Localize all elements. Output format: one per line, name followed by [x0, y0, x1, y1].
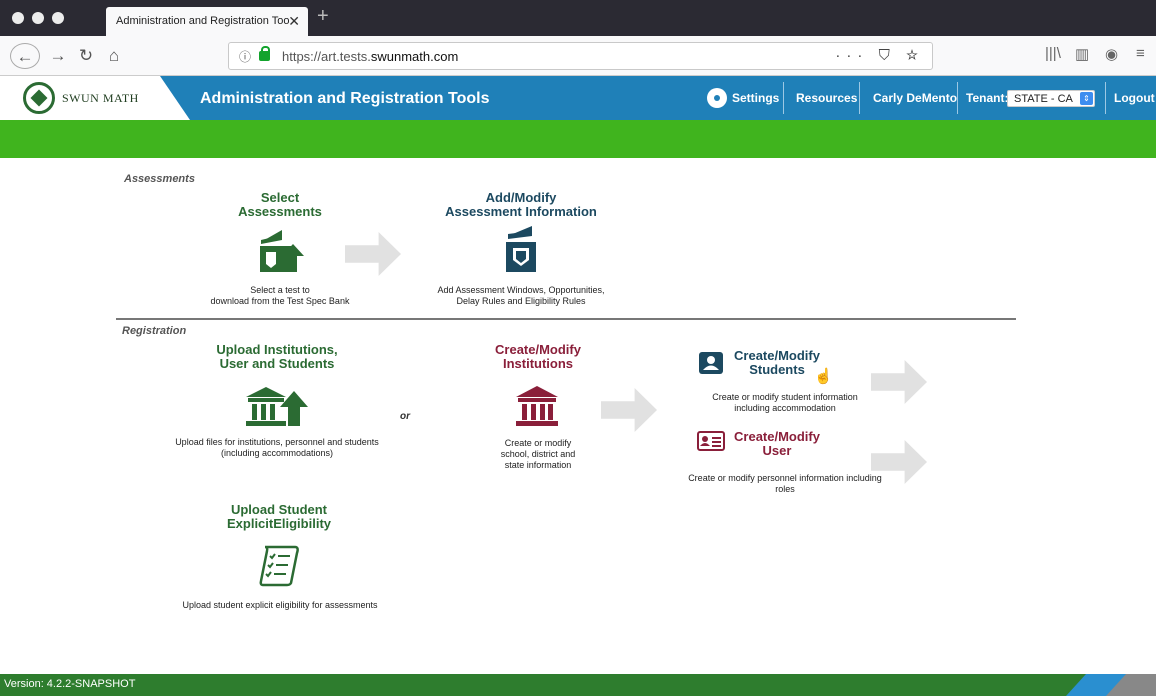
header-divider	[957, 82, 958, 114]
modify-assessment-desc: Add Assessment Windows, Opportunities, De…	[437, 285, 605, 306]
create-institutions-desc: Create or modify school, district and stat…	[500, 438, 576, 470]
window-close-dot[interactable]	[12, 12, 24, 24]
tab-close-icon[interactable]: ✕	[288, 13, 300, 30]
checklist-scroll-icon[interactable]	[259, 545, 303, 587]
select-assessments-icon[interactable]	[252, 228, 308, 274]
forward-button[interactable]: →	[48, 43, 68, 69]
student-id-icon[interactable]	[699, 352, 723, 374]
upload-eligibility-title[interactable]: Upload Student ExplicitEligibility	[199, 503, 359, 531]
resources-link[interactable]: Resources	[796, 76, 857, 120]
version-text: Version: 4.2.2-SNAPSHOT	[4, 678, 136, 690]
or-label: or	[400, 411, 410, 422]
header-divider	[859, 82, 860, 114]
home-button[interactable]: ⌂	[104, 43, 124, 69]
window-minimize-dot[interactable]	[32, 12, 44, 24]
select-assessments-title[interactable]: Select Assessments	[200, 191, 360, 219]
browser-navbar: ← → ↻ ⌂ ⓘ https://art.tests.swunmath.com…	[0, 36, 1156, 76]
lock-icon	[259, 46, 270, 61]
select-arrows-icon: ⇕	[1080, 92, 1093, 105]
upload-institutions-title[interactable]: Upload Institutions, User and Students	[187, 343, 367, 371]
browser-tab[interactable]: Administration and Registration Too ✕	[106, 7, 308, 36]
app-title: Administration and Registration Tools	[200, 90, 490, 107]
upload-institutions-desc: Upload files for institutions, personnel…	[175, 437, 379, 458]
footer: Version: 4.2.2-SNAPSHOT	[0, 674, 1156, 696]
window-zoom-dot[interactable]	[52, 12, 64, 24]
app-header: SWUN MATH Administration and Registratio…	[0, 76, 1156, 120]
user-link[interactable]: Carly DeMento	[873, 76, 957, 120]
logo-text: SWUN MATH	[62, 91, 139, 105]
tab-title: Administration and Registration Too	[116, 15, 290, 27]
green-banner	[0, 120, 1156, 158]
create-institutions-title[interactable]: Create/Modify Institutions	[468, 343, 608, 371]
info-icon[interactable]: ⓘ	[239, 48, 251, 65]
registration-section-label: Registration	[122, 325, 187, 337]
modify-assessment-title[interactable]: Add/Modify Assessment Information	[421, 191, 621, 219]
new-tab-button[interactable]: +	[317, 6, 329, 26]
arrow-right-icon	[345, 232, 401, 276]
assessments-section-label: Assessments	[124, 173, 195, 185]
reload-button[interactable]: ↻	[76, 43, 96, 69]
create-students-desc: Create or modify student information incl…	[712, 392, 858, 413]
sidebar-icon[interactable]: ▥	[1075, 45, 1089, 63]
header-divider	[1105, 82, 1106, 114]
back-button[interactable]: ←	[10, 43, 40, 69]
swun-logo-icon	[23, 82, 55, 114]
arrow-right-icon	[601, 388, 657, 432]
tenant-select[interactable]: STATE - CA ⇕	[1007, 90, 1095, 107]
logout-link[interactable]: Logout	[1114, 76, 1155, 120]
logo[interactable]: SWUN MATH	[0, 76, 190, 120]
url-text: https://art.tests.swunmath.com	[282, 49, 459, 64]
user-card-icon[interactable]	[697, 431, 725, 451]
create-students-title[interactable]: Create/Modify Students	[727, 349, 827, 377]
page-actions[interactable]: ··· ⛉ ☆	[835, 47, 924, 64]
library-icon[interactable]: |||\	[1045, 45, 1061, 62]
upload-institutions-icon[interactable]	[244, 385, 310, 427]
header-divider	[783, 82, 784, 114]
upload-eligibility-desc: Upload student explicit eligibility for …	[182, 600, 378, 610]
create-user-title[interactable]: Create/Modify User	[727, 430, 827, 458]
institution-building-icon[interactable]	[514, 385, 560, 427]
extension-icon[interactable]: ◉	[1105, 45, 1118, 63]
browser-tabbar: Administration and Registration Too ✕ +	[0, 0, 1156, 36]
hand-cursor-icon: ☝	[814, 368, 833, 385]
modify-assessment-icon[interactable]	[500, 226, 540, 274]
section-divider	[116, 318, 1016, 320]
select-assessments-desc: Select a test to download from the Test S…	[210, 285, 350, 306]
settings-link[interactable]: Settings	[732, 76, 779, 120]
tenant-label: Tenant:	[966, 91, 1009, 105]
url-bar[interactable]: ⓘ https://art.tests.swunmath.com ··· ⛉ ☆	[228, 42, 933, 70]
create-user-desc: Create or modify personnel information i…	[688, 473, 882, 494]
tenant-value: STATE - CA	[1014, 93, 1073, 105]
gear-icon	[707, 88, 727, 108]
menu-icon[interactable]: ≡	[1136, 45, 1145, 62]
